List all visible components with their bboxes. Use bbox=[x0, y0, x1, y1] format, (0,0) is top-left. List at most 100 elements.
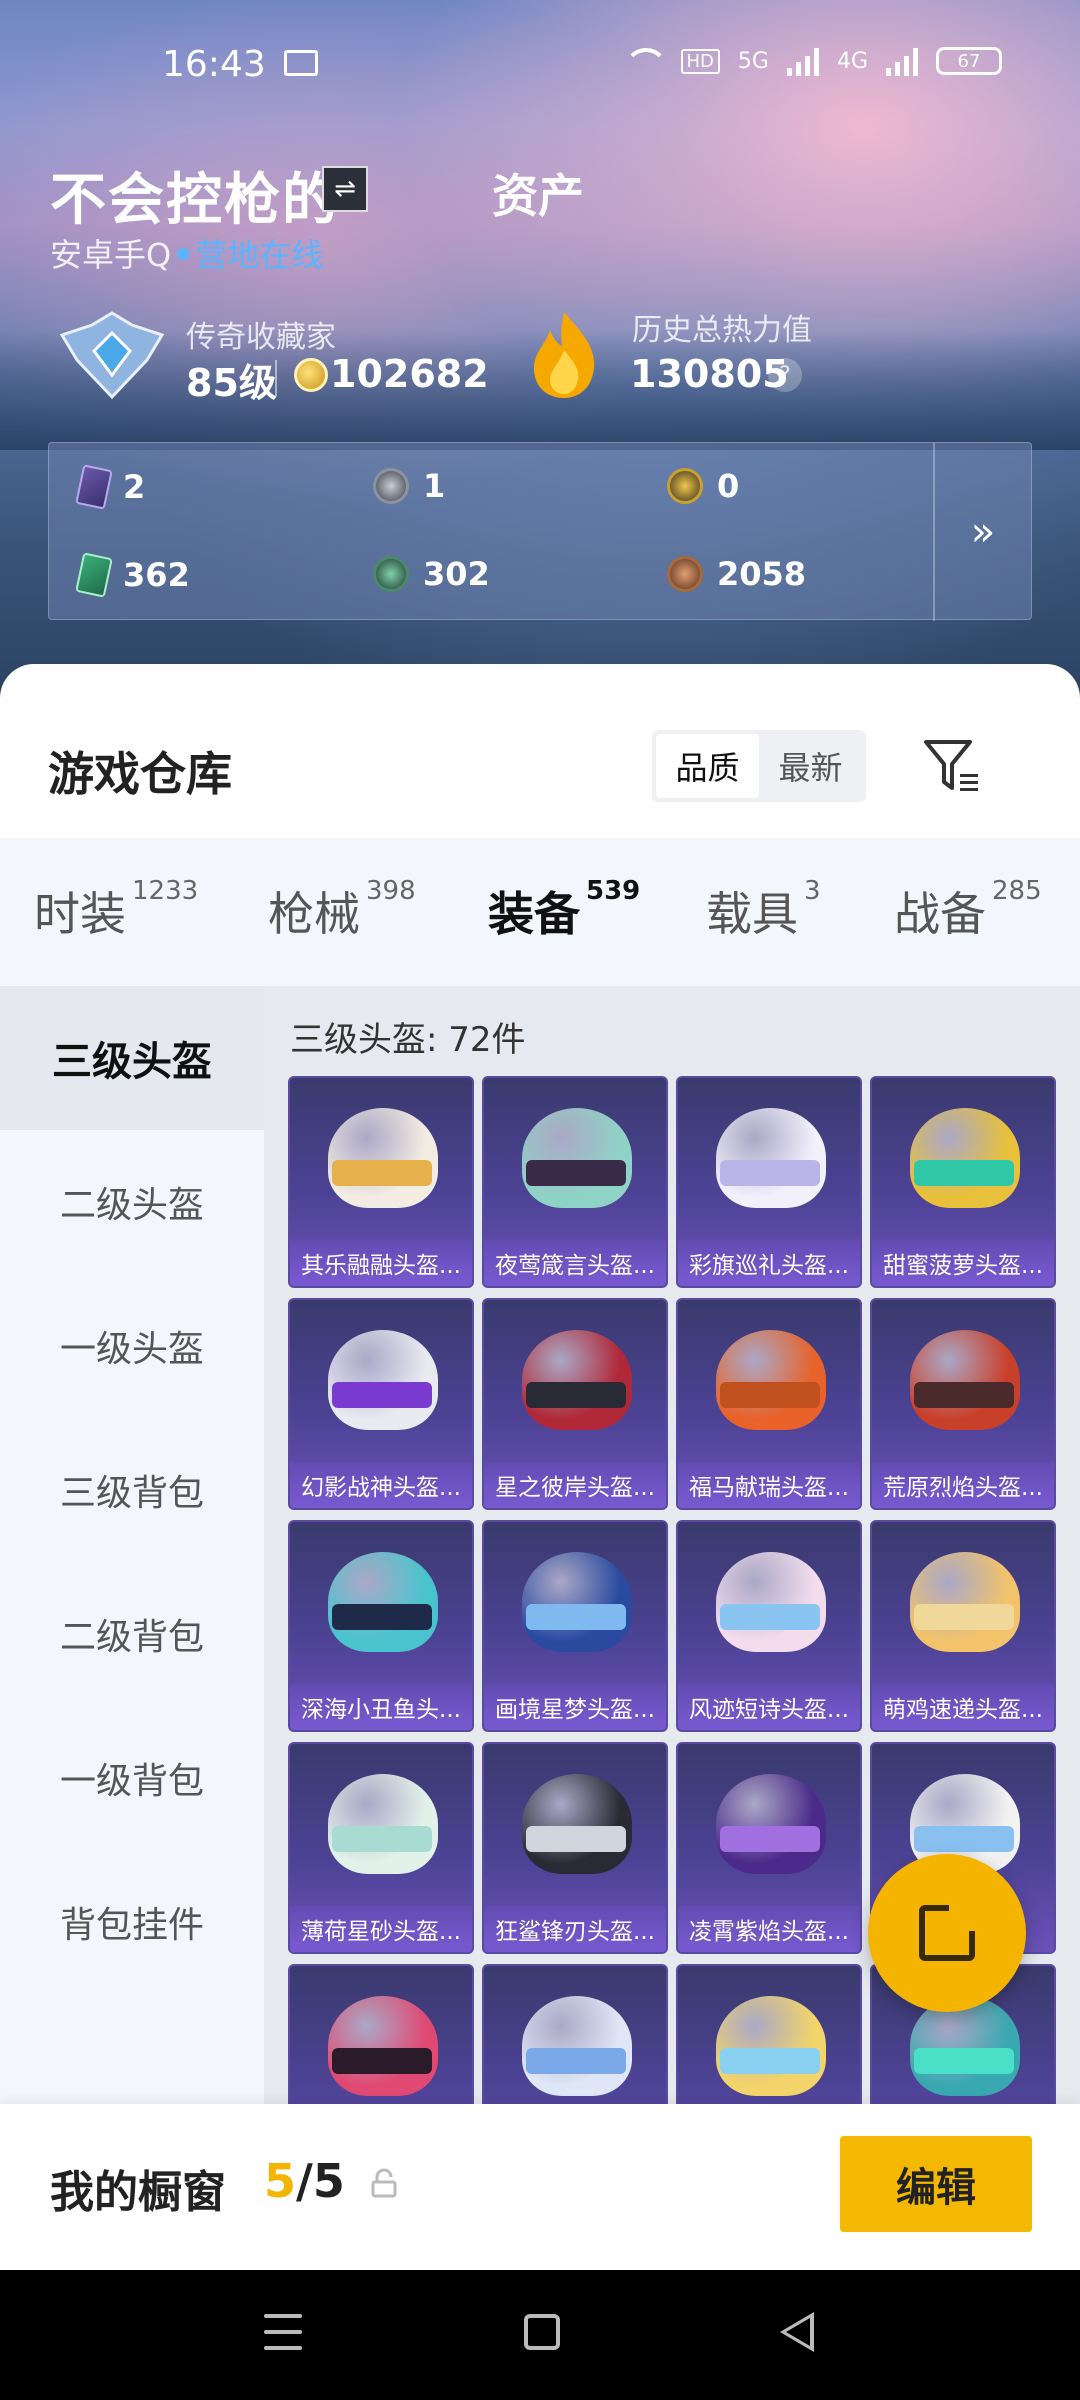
item-card[interactable]: 深海小丑鱼头... bbox=[288, 1520, 474, 1732]
sort-quality-button[interactable]: 品质 bbox=[656, 734, 759, 798]
helmet-image bbox=[910, 1552, 1020, 1652]
help-icon[interactable]: ? bbox=[768, 358, 802, 392]
section-title: 三级头盔: 72件 bbox=[290, 1020, 526, 1060]
back-icon[interactable] bbox=[780, 2312, 814, 2352]
sort-toggle: 品质 最新 bbox=[652, 730, 866, 802]
item-count-value: 0 bbox=[717, 467, 740, 505]
tab-count: 539 bbox=[586, 876, 641, 906]
item-card[interactable]: 星之彼岸头盔... bbox=[482, 1298, 668, 1510]
item-count-value: 302 bbox=[423, 555, 490, 593]
sort-latest-button[interactable]: 最新 bbox=[759, 734, 862, 798]
category-tabs: 时装 1233 枪械 398 装备 539 载具 3 战备 285 bbox=[0, 838, 1080, 1134]
heat-value: 130805 bbox=[630, 352, 789, 396]
purple-card-icon bbox=[75, 464, 113, 510]
helmet-image bbox=[328, 1552, 438, 1652]
showcase-title: 我的橱窗 bbox=[50, 2167, 226, 2218]
sidebar-item-level3-backpack[interactable]: 三级背包 bbox=[0, 1418, 264, 1562]
net-5g-label: 5G bbox=[737, 48, 769, 74]
item-card[interactable]: 狂鲨锋刃头盔... bbox=[482, 1742, 668, 1954]
item-name: 狂鲨锋刃头盔... bbox=[484, 1906, 666, 1952]
item-card[interactable]: 画境星梦头盔... bbox=[482, 1520, 668, 1732]
online-status: 营地在线 bbox=[195, 236, 324, 274]
home-icon[interactable] bbox=[524, 2314, 560, 2350]
item-card[interactable]: 其乐融融头盔... bbox=[288, 1076, 474, 1288]
item-card[interactable]: 凌霄紫焰头盔... bbox=[676, 1742, 862, 1954]
bronze-coin-icon bbox=[667, 556, 703, 592]
sidebar-item-level2-backpack[interactable]: 二级背包 bbox=[0, 1562, 264, 1706]
tab-outfits[interactable]: 时装 1233 bbox=[34, 876, 199, 944]
tab-label: 战备 bbox=[894, 887, 986, 941]
tab-supplies[interactable]: 战备 285 bbox=[894, 876, 1042, 944]
player-name: 不会控枪的 bbox=[50, 168, 340, 233]
battery-icon: 67 bbox=[936, 47, 1002, 75]
sidebar-item-level2-helmet[interactable]: 二级头盔 bbox=[0, 1130, 264, 1274]
helmet-image bbox=[522, 1330, 632, 1430]
helmet-image bbox=[522, 1774, 632, 1874]
helmet-image bbox=[328, 1330, 438, 1430]
helmet-visor bbox=[332, 1826, 432, 1852]
helmet-visor bbox=[914, 1604, 1014, 1630]
assets-tab[interactable]: 资产 bbox=[492, 160, 584, 226]
tab-label: 载具 bbox=[706, 887, 798, 941]
item-name: 夜莺箴言头盔... bbox=[484, 1240, 666, 1286]
tab-vehicles[interactable]: 载具 3 bbox=[706, 876, 821, 944]
item-grid-area: 三级头盔: 72件 其乐融融头盔... 夜莺箴言头盔... 彩旗巡礼头盔... 甜蜜菠… bbox=[264, 986, 1080, 2270]
status-bar: 16:43 HD 5G 4G 67 bbox=[0, 0, 1080, 130]
item-name: 风迹短诗头盔... bbox=[678, 1684, 860, 1730]
lock-icon bbox=[371, 2168, 397, 2198]
helmet-image bbox=[328, 1774, 438, 1874]
sidebar-item-level1-helmet[interactable]: 一级头盔 bbox=[0, 1274, 264, 1418]
more-items-button[interactable]: » bbox=[933, 443, 1031, 621]
item-card[interactable]: 福马献瑞头盔... bbox=[676, 1298, 862, 1510]
helmet-visor bbox=[720, 2048, 820, 2074]
item-name: 画境星梦头盔... bbox=[484, 1684, 666, 1730]
helmet-visor bbox=[332, 1382, 432, 1408]
item-card[interactable]: 彩旗巡礼头盔... bbox=[676, 1076, 862, 1288]
online-dot-icon bbox=[177, 248, 190, 260]
sidebar-item-level1-backpack[interactable]: 一级背包 bbox=[0, 1706, 264, 1850]
item-card[interactable]: 夜莺箴言头盔... bbox=[482, 1076, 668, 1288]
showcase-count-total: 5 bbox=[312, 2154, 345, 2208]
share-button[interactable] bbox=[868, 1854, 1026, 2012]
message-icon bbox=[284, 50, 318, 76]
item-card[interactable]: 萌鸡速递头盔... bbox=[870, 1520, 1056, 1732]
player-level: 85级 bbox=[186, 361, 277, 405]
sidebar-item-backpack-charm[interactable]: 背包挂件 bbox=[0, 1850, 264, 1994]
helmet-visor bbox=[526, 2048, 626, 2074]
system-nav-bar bbox=[0, 2270, 1080, 2400]
status-indicators: HD 5G 4G 67 bbox=[621, 46, 1002, 76]
helmet-image bbox=[328, 1108, 438, 1208]
item-count-green-coin: 302 bbox=[373, 555, 490, 593]
item-card[interactable]: 幻影战神头盔... bbox=[288, 1298, 474, 1510]
item-card[interactable]: 甜蜜菠萝头盔... bbox=[870, 1076, 1056, 1288]
item-count-gold-medal: 0 bbox=[667, 467, 739, 505]
tab-weapons[interactable]: 枪械 398 bbox=[268, 876, 416, 944]
helmet-visor bbox=[914, 1160, 1014, 1186]
signal-5g-icon bbox=[786, 46, 819, 76]
hd-icon: HD bbox=[680, 48, 720, 74]
item-card[interactable]: 风迹短诗头盔... bbox=[676, 1520, 862, 1732]
sidebar-item-level3-helmet[interactable]: 三级头盔 bbox=[0, 986, 264, 1130]
helmet-image bbox=[716, 1108, 826, 1208]
helmet-visor bbox=[526, 1604, 626, 1630]
helmet-image bbox=[910, 1108, 1020, 1208]
rank-title: 传奇收藏家 bbox=[186, 320, 336, 355]
edit-button[interactable]: 编辑 bbox=[840, 2136, 1032, 2232]
item-card[interactable]: 荒原烈焰头盔... bbox=[870, 1298, 1056, 1510]
recents-icon[interactable] bbox=[264, 2314, 302, 2350]
item-count-value: 2058 bbox=[717, 555, 807, 593]
tab-equipment[interactable]: 装备 539 bbox=[488, 876, 641, 944]
tab-label: 枪械 bbox=[268, 887, 360, 941]
tab-count: 1233 bbox=[132, 876, 199, 906]
helmet-image bbox=[522, 1996, 632, 2096]
item-count-value: 2 bbox=[123, 468, 146, 506]
switch-account-icon[interactable]: ⇌ bbox=[322, 166, 368, 212]
item-card[interactable]: 薄荷星砂头盔... bbox=[288, 1742, 474, 1954]
helmet-visor bbox=[720, 1826, 820, 1852]
flame-icon bbox=[534, 312, 595, 398]
helmet-visor bbox=[332, 2048, 432, 2074]
showcase-count-current: 5 bbox=[264, 2154, 297, 2208]
helmet-visor bbox=[720, 1604, 820, 1630]
filter-icon[interactable] bbox=[920, 734, 984, 798]
item-counts-grid: 2 1 0 362 302 2058 bbox=[49, 443, 933, 621]
